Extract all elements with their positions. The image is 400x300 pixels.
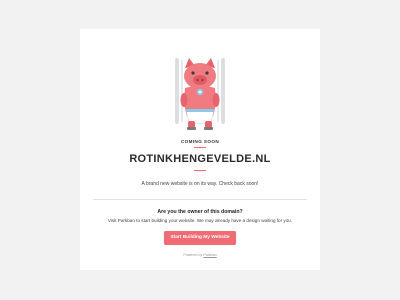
- tagline: A brand new website is on its way. Check…: [141, 181, 259, 187]
- owner-description: Visit Parkban to start building your web…: [107, 218, 293, 223]
- coming-soon-label: COMING SOON: [180, 139, 220, 144]
- owner-question: Are you the owner of this domain?: [157, 209, 243, 215]
- baby-pig-illustration: [173, 54, 227, 132]
- parkban-link[interactable]: Parkban: [203, 253, 216, 257]
- powered-by: Powered by Parkban: [80, 253, 320, 257]
- section-divider: [93, 199, 307, 200]
- powered-by-prefix: Powered by: [183, 253, 203, 257]
- accent-divider-bottom: [194, 170, 206, 171]
- baby-pig-icon: [175, 58, 225, 130]
- accent-divider-top: [194, 147, 206, 148]
- landing-card: COMING SOON ROTINKHENGEVELDE.NL A brand …: [80, 29, 320, 270]
- start-building-button[interactable]: Start Building My Website: [164, 231, 236, 245]
- domain-title: ROTINKHENGEVELDE.NL: [129, 153, 271, 165]
